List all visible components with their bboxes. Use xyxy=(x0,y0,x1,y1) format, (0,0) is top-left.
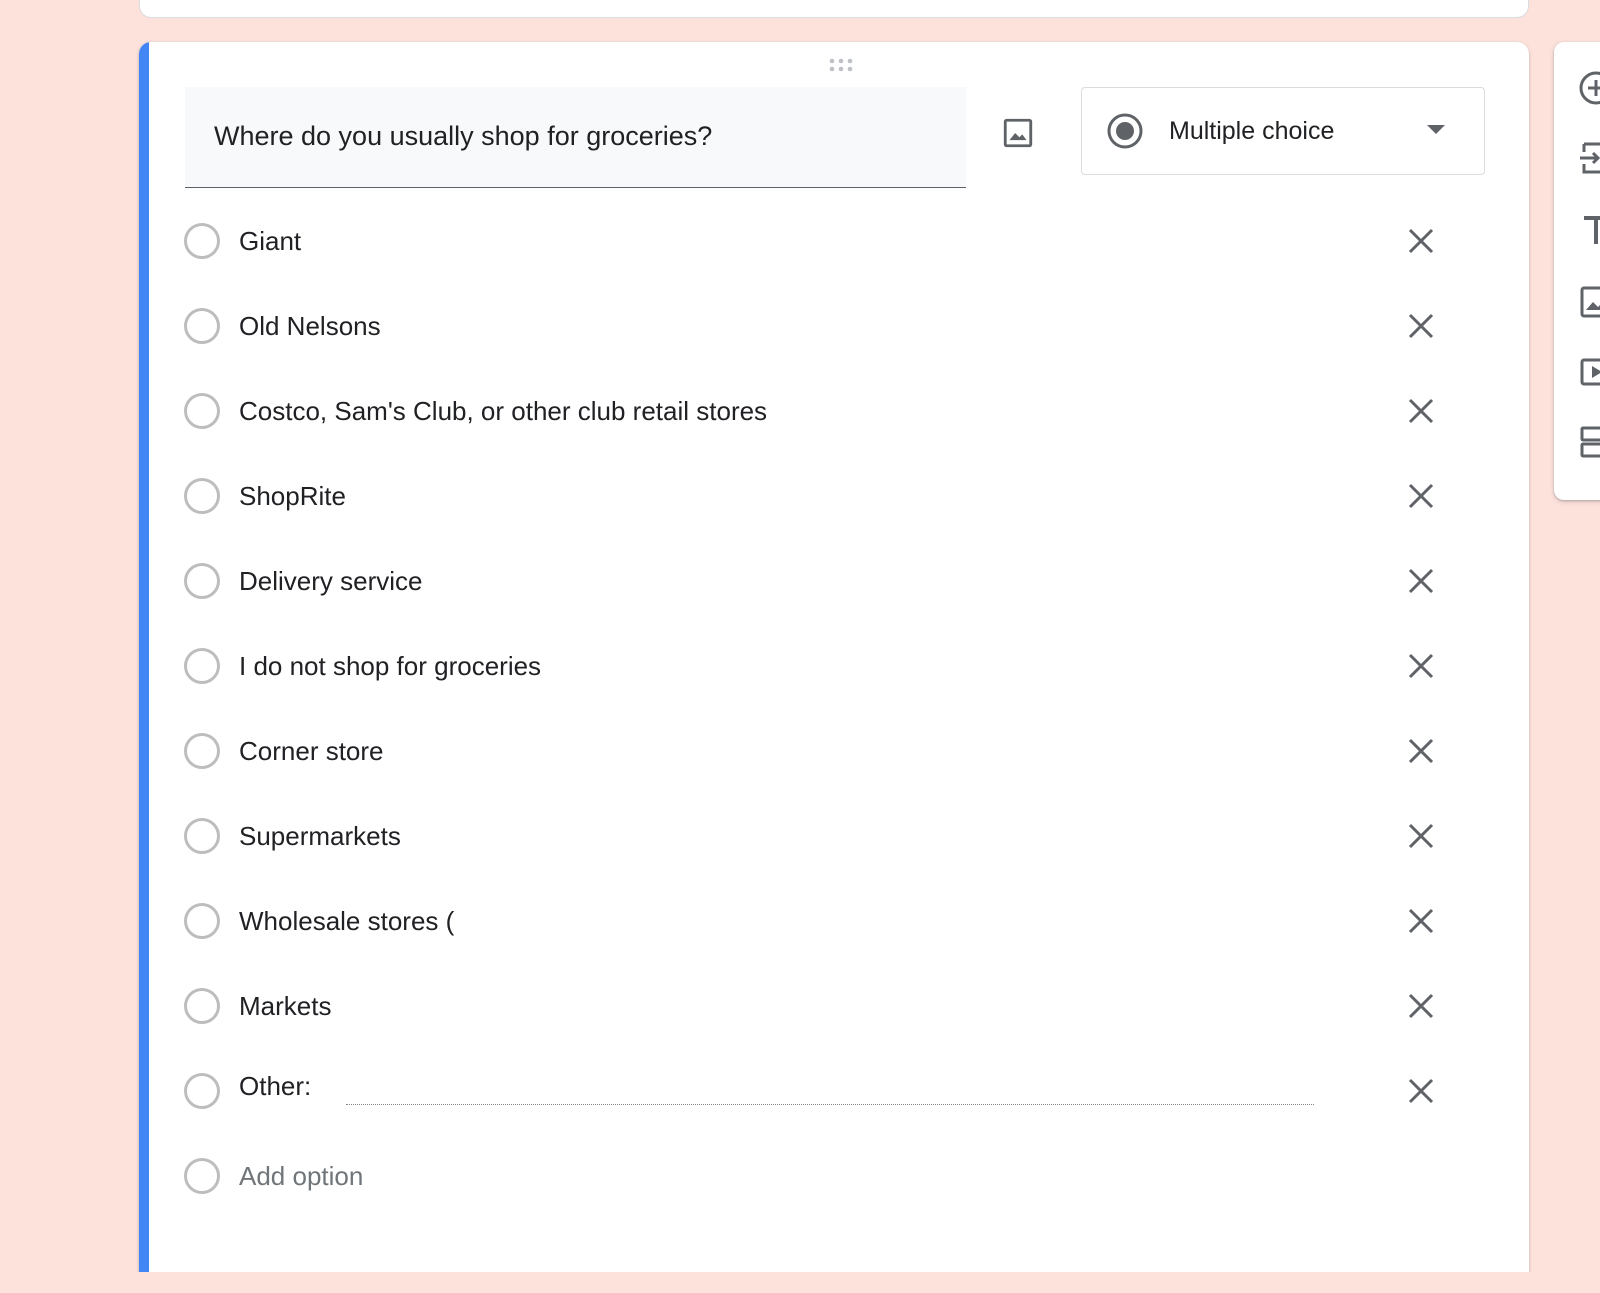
add-image-icon[interactable] xyxy=(1576,282,1600,322)
option-row: Wholesale stores ( xyxy=(139,877,1529,964)
add-option-row: Add option xyxy=(139,1132,1529,1219)
remove-option-button[interactable] xyxy=(1405,395,1437,427)
remove-other-button[interactable] xyxy=(1405,1075,1437,1107)
option-radio xyxy=(184,818,220,854)
question-type-dropdown[interactable]: Multiple choice xyxy=(1081,87,1485,175)
option-row-other: Other: xyxy=(139,1047,1529,1134)
remove-option-button[interactable] xyxy=(1405,735,1437,767)
option-radio xyxy=(184,903,220,939)
close-icon xyxy=(1408,1078,1434,1104)
question-card[interactable]: Where do you usually shop for groceries?… xyxy=(139,42,1529,1272)
question-type-label: Multiple choice xyxy=(1169,117,1335,145)
remove-option-button[interactable] xyxy=(1405,225,1437,257)
import-questions-icon[interactable] xyxy=(1576,138,1600,178)
remove-option-button[interactable] xyxy=(1405,905,1437,937)
add-video-icon[interactable] xyxy=(1576,352,1600,392)
option-label[interactable]: I do not shop for groceries xyxy=(239,651,541,682)
remove-option-button[interactable] xyxy=(1405,820,1437,852)
close-icon xyxy=(1408,653,1434,679)
close-icon xyxy=(1408,483,1434,509)
option-radio xyxy=(184,988,220,1024)
option-row: Corner store xyxy=(139,707,1529,794)
previous-question-card xyxy=(139,0,1529,18)
option-radio xyxy=(184,1073,220,1109)
option-label[interactable]: Wholesale stores ( xyxy=(239,906,454,937)
close-icon xyxy=(1408,908,1434,934)
option-label[interactable]: Delivery service xyxy=(239,566,423,597)
question-title-field[interactable]: Where do you usually shop for groceries? xyxy=(185,87,966,188)
add-section-icon[interactable] xyxy=(1576,422,1600,462)
option-radio xyxy=(184,478,220,514)
close-icon xyxy=(1408,228,1434,254)
close-icon xyxy=(1408,398,1434,424)
floating-toolbar xyxy=(1554,42,1600,500)
option-label[interactable]: Corner store xyxy=(239,736,384,767)
option-label[interactable]: Markets xyxy=(239,991,331,1022)
add-image-button[interactable] xyxy=(995,110,1041,156)
other-answer-line xyxy=(346,1104,1314,1105)
remove-option-button[interactable] xyxy=(1405,480,1437,512)
option-row: Delivery service xyxy=(139,537,1529,624)
option-radio xyxy=(184,308,220,344)
option-radio xyxy=(184,563,220,599)
radio-checked-icon xyxy=(1107,113,1143,149)
question-title-text[interactable]: Where do you usually shop for groceries? xyxy=(214,121,712,152)
option-label[interactable]: ShopRite xyxy=(239,481,346,512)
page-background-strip xyxy=(0,1272,1600,1293)
close-icon xyxy=(1408,738,1434,764)
drag-handle-icon[interactable] xyxy=(822,56,862,76)
option-row: ShopRite xyxy=(139,452,1529,539)
close-icon xyxy=(1408,568,1434,594)
option-radio xyxy=(184,393,220,429)
option-row: Markets xyxy=(139,962,1529,1049)
option-radio xyxy=(184,1158,220,1194)
option-row: I do not shop for groceries xyxy=(139,622,1529,709)
option-label[interactable]: Supermarkets xyxy=(239,821,401,852)
option-row: Supermarkets xyxy=(139,792,1529,879)
close-icon xyxy=(1408,823,1434,849)
remove-option-button[interactable] xyxy=(1405,310,1437,342)
image-icon xyxy=(1003,118,1033,148)
option-radio xyxy=(184,223,220,259)
option-label[interactable]: Old Nelsons xyxy=(239,311,381,342)
option-row: Old Nelsons xyxy=(139,282,1529,369)
remove-option-button[interactable] xyxy=(1405,565,1437,597)
add-title-icon[interactable] xyxy=(1576,210,1600,250)
add-option-button[interactable]: Add option xyxy=(239,1161,363,1192)
option-row: Giant xyxy=(139,197,1529,284)
close-icon xyxy=(1408,993,1434,1019)
caret-down-icon xyxy=(1427,125,1445,134)
option-radio xyxy=(184,648,220,684)
option-label[interactable]: Costco, Sam's Club, or other club retail… xyxy=(239,396,767,427)
remove-option-button[interactable] xyxy=(1405,990,1437,1022)
option-radio xyxy=(184,733,220,769)
option-label[interactable]: Giant xyxy=(239,226,301,257)
option-row: Costco, Sam's Club, or other club retail… xyxy=(139,367,1529,454)
close-icon xyxy=(1408,313,1434,339)
other-option-label: Other: xyxy=(239,1071,312,1101)
add-question-icon[interactable] xyxy=(1576,68,1600,108)
remove-option-button[interactable] xyxy=(1405,650,1437,682)
